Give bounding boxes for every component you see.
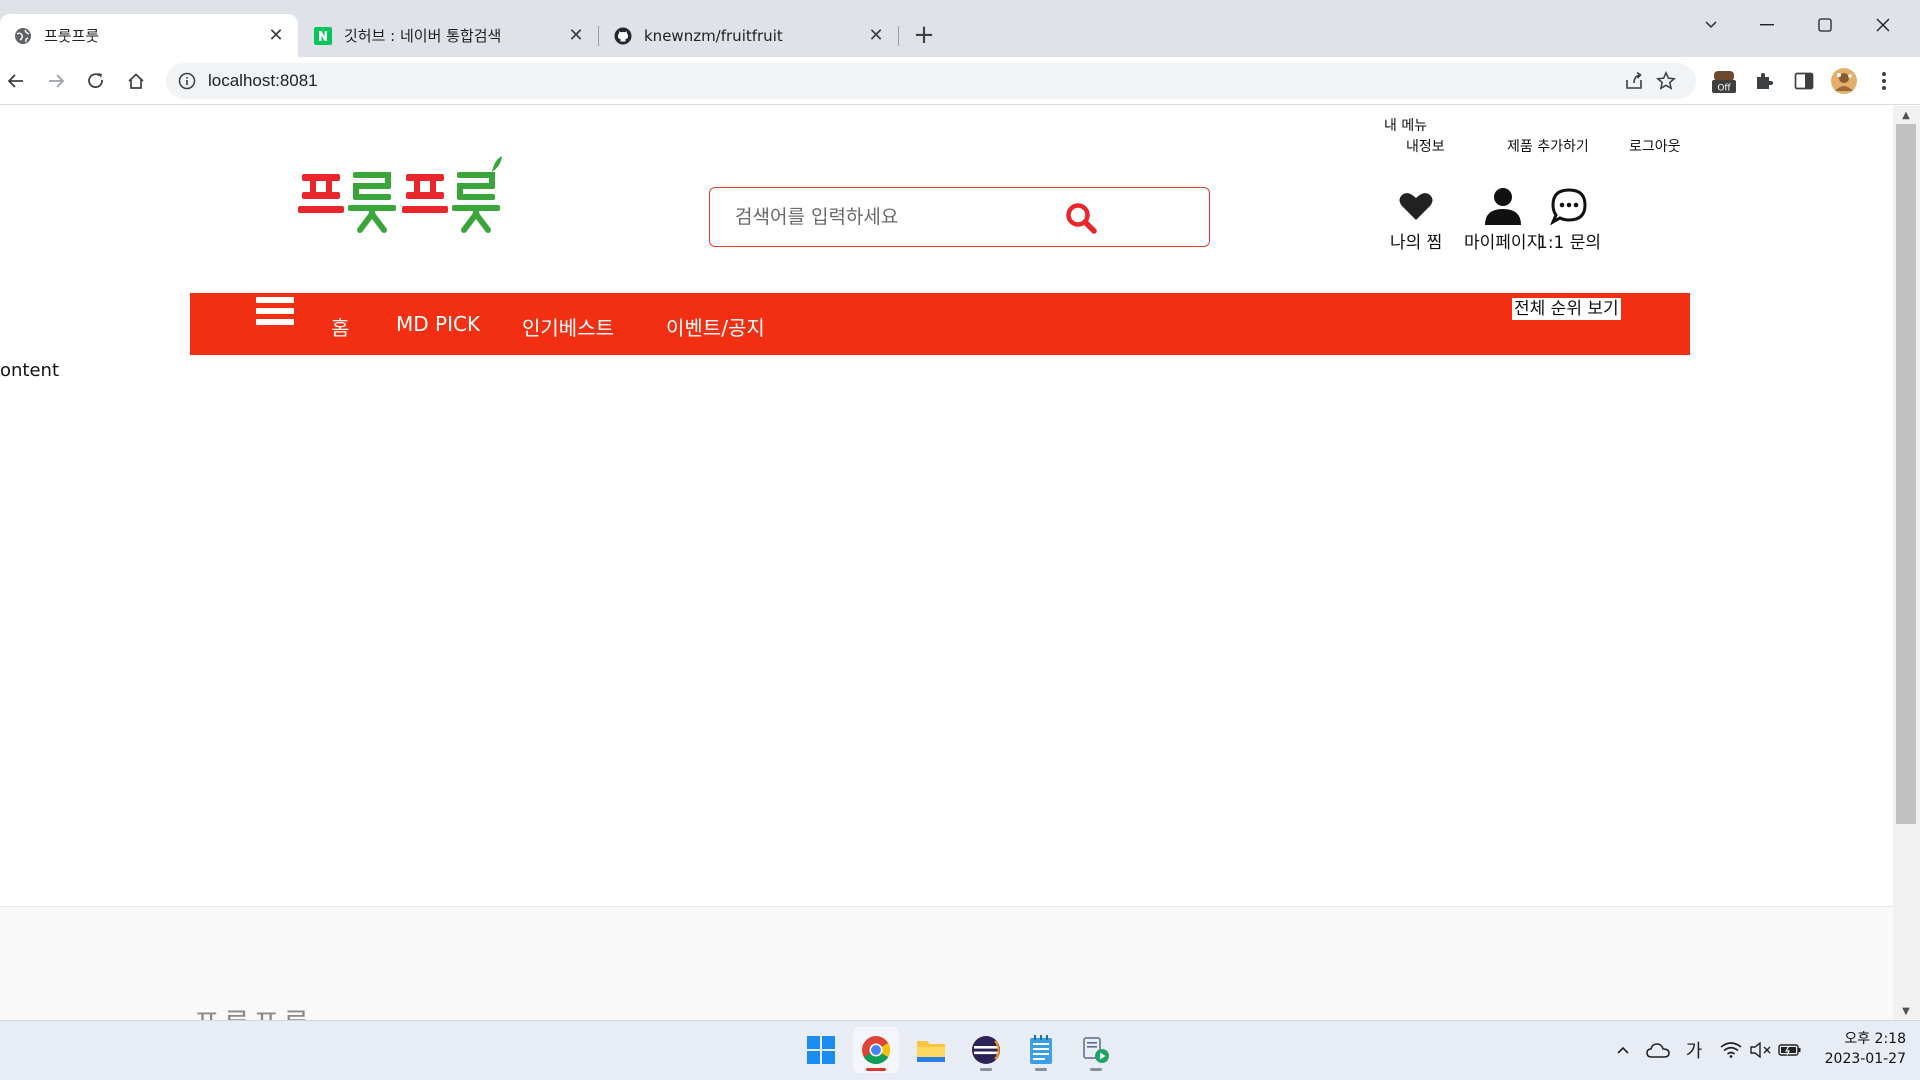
tab-naver-search[interactable]: 깃허브 : 네이버 통합검색 ✕ bbox=[300, 14, 598, 57]
bookmark-star-icon[interactable] bbox=[1652, 69, 1680, 93]
active-app-indicator bbox=[866, 1068, 886, 1071]
search-input[interactable] bbox=[735, 202, 1055, 232]
new-tab-button[interactable]: + bbox=[912, 22, 936, 48]
maximize-button[interactable] bbox=[1802, 14, 1848, 36]
content-placeholder-text: ontent bbox=[0, 360, 60, 381]
running-app-indicator bbox=[1035, 1068, 1047, 1071]
reload-button[interactable] bbox=[82, 67, 110, 95]
tab-title: 프룻프룻 bbox=[44, 27, 100, 45]
nav-md-pick[interactable]: MD PICK bbox=[396, 312, 480, 336]
scrollbar-thumb[interactable] bbox=[1896, 124, 1916, 824]
nav-home[interactable]: 홈 bbox=[331, 312, 349, 341]
user-icon bbox=[1482, 186, 1524, 226]
my-menu-label: 내 메뉴 bbox=[1384, 118, 1428, 134]
add-product-link[interactable]: 제품 추가하기 bbox=[1507, 136, 1589, 156]
footer-logo: 프룻프룻 bbox=[194, 1002, 313, 1020]
running-app-indicator bbox=[980, 1068, 992, 1071]
forward-button[interactable] bbox=[42, 67, 70, 95]
search-box bbox=[709, 187, 1210, 247]
battery-icon[interactable] bbox=[1776, 1037, 1804, 1063]
address-bar[interactable]: localhost:8081 bbox=[166, 63, 1696, 99]
tab-title: 깃허브 : 네이버 통합검색 bbox=[344, 27, 502, 45]
web-page: 내 메뉴 내정보 제품 추가하기 로그아웃 검색어를 입력하세요 나의 찜 마이… bbox=[0, 106, 1893, 1020]
main-nav-bar: 홈 MD PICK 인기베스트 이벤트/공지 전체 순위 보기 bbox=[190, 293, 1690, 355]
show-hidden-icons-chevron-icon[interactable] bbox=[1612, 1037, 1634, 1063]
site-logo[interactable] bbox=[298, 154, 504, 238]
notepad-icon[interactable] bbox=[1018, 1027, 1064, 1073]
inquiry-button[interactable]: 1:1 문의 bbox=[1537, 186, 1601, 253]
tab-fruitfruit[interactable]: 프룻프룻 ✕ bbox=[0, 14, 298, 57]
heart-icon bbox=[1395, 186, 1437, 226]
browser-menu-icon[interactable] bbox=[1870, 67, 1898, 95]
my-info-link[interactable]: 내정보 bbox=[1406, 136, 1445, 156]
browser-tab-strip: 프룻프룻 ✕ 깃허브 : 네이버 통합검색 ✕ knewnzm/fruitfru… bbox=[0, 0, 1920, 57]
clock-date: 2023-01-27 bbox=[1824, 1051, 1906, 1067]
system-clock[interactable]: 오후 2:18 2023-01-27 bbox=[1806, 1029, 1906, 1069]
file-explorer-icon[interactable] bbox=[908, 1027, 954, 1073]
windows-start-icon[interactable] bbox=[798, 1027, 844, 1073]
volume-muted-icon[interactable] bbox=[1748, 1037, 1774, 1063]
view-all-rankings-button[interactable]: 전체 순위 보기 bbox=[1512, 298, 1621, 320]
scroll-up-arrow-icon[interactable]: ▲ bbox=[1898, 110, 1914, 124]
extension-off-icon[interactable]: Off bbox=[1710, 67, 1738, 95]
scroll-down-arrow-icon[interactable]: ▼ bbox=[1898, 1006, 1914, 1020]
minimize-button[interactable] bbox=[1744, 14, 1790, 36]
nav-popular-best[interactable]: 인기베스트 bbox=[522, 312, 614, 341]
logout-link[interactable]: 로그아웃 bbox=[1629, 136, 1681, 156]
tab-github[interactable]: knewnzm/fruitfruit ✕ bbox=[600, 14, 898, 57]
mypage-button[interactable]: 마이페이지 bbox=[1464, 186, 1542, 253]
chrome-taskbar-icon[interactable] bbox=[853, 1027, 899, 1073]
onedrive-cloud-icon[interactable] bbox=[1644, 1037, 1672, 1063]
tab-divider bbox=[898, 26, 899, 46]
tab-search-chevron-icon[interactable] bbox=[1688, 14, 1734, 36]
tab-divider bbox=[598, 26, 599, 46]
close-tab-icon[interactable]: ✕ bbox=[866, 25, 886, 46]
naver-icon bbox=[314, 26, 332, 45]
home-button[interactable] bbox=[122, 67, 150, 95]
inquiry-label: 1:1 문의 bbox=[1537, 233, 1602, 253]
side-panel-icon[interactable] bbox=[1790, 67, 1818, 95]
close-tab-icon[interactable]: ✕ bbox=[566, 25, 586, 46]
search-icon[interactable] bbox=[1063, 200, 1099, 236]
site-footer: 프룻프룻 bbox=[0, 906, 1893, 1020]
ime-indicator[interactable]: 가 bbox=[1680, 1037, 1708, 1063]
running-app-indicator bbox=[1090, 1068, 1102, 1071]
windows-taskbar: 가 오후 2:18 2023-01-27 bbox=[0, 1020, 1920, 1080]
mypage-label: 마이페이지 bbox=[1464, 233, 1543, 253]
extension-badge-text: Off bbox=[1717, 84, 1731, 94]
profile-avatar[interactable] bbox=[1830, 67, 1858, 95]
eclipse-icon[interactable] bbox=[963, 1027, 1009, 1073]
wishlist-label: 나의 찜 bbox=[1390, 233, 1443, 253]
extensions-puzzle-icon[interactable] bbox=[1750, 67, 1778, 95]
github-icon bbox=[614, 27, 632, 45]
nav-events-notices[interactable]: 이벤트/공지 bbox=[666, 312, 765, 341]
globe-icon bbox=[14, 27, 32, 45]
hamburger-menu-icon[interactable] bbox=[256, 297, 294, 333]
wifi-icon[interactable] bbox=[1718, 1037, 1744, 1063]
close-window-button[interactable] bbox=[1860, 14, 1906, 36]
clock-time: 오후 2:18 bbox=[1844, 1031, 1906, 1047]
site-info-icon[interactable] bbox=[178, 72, 196, 90]
media-app-icon[interactable] bbox=[1073, 1027, 1119, 1073]
close-tab-icon[interactable]: ✕ bbox=[266, 25, 286, 46]
share-icon[interactable] bbox=[1620, 69, 1648, 93]
browser-toolbar: localhost:8081 Off bbox=[0, 57, 1920, 105]
wishlist-button[interactable]: 나의 찜 bbox=[1390, 186, 1442, 253]
url-text: localhost:8081 bbox=[208, 71, 318, 90]
back-button[interactable] bbox=[2, 67, 30, 95]
chat-icon bbox=[1548, 186, 1590, 226]
tab-title: knewnzm/fruitfruit bbox=[644, 26, 783, 45]
